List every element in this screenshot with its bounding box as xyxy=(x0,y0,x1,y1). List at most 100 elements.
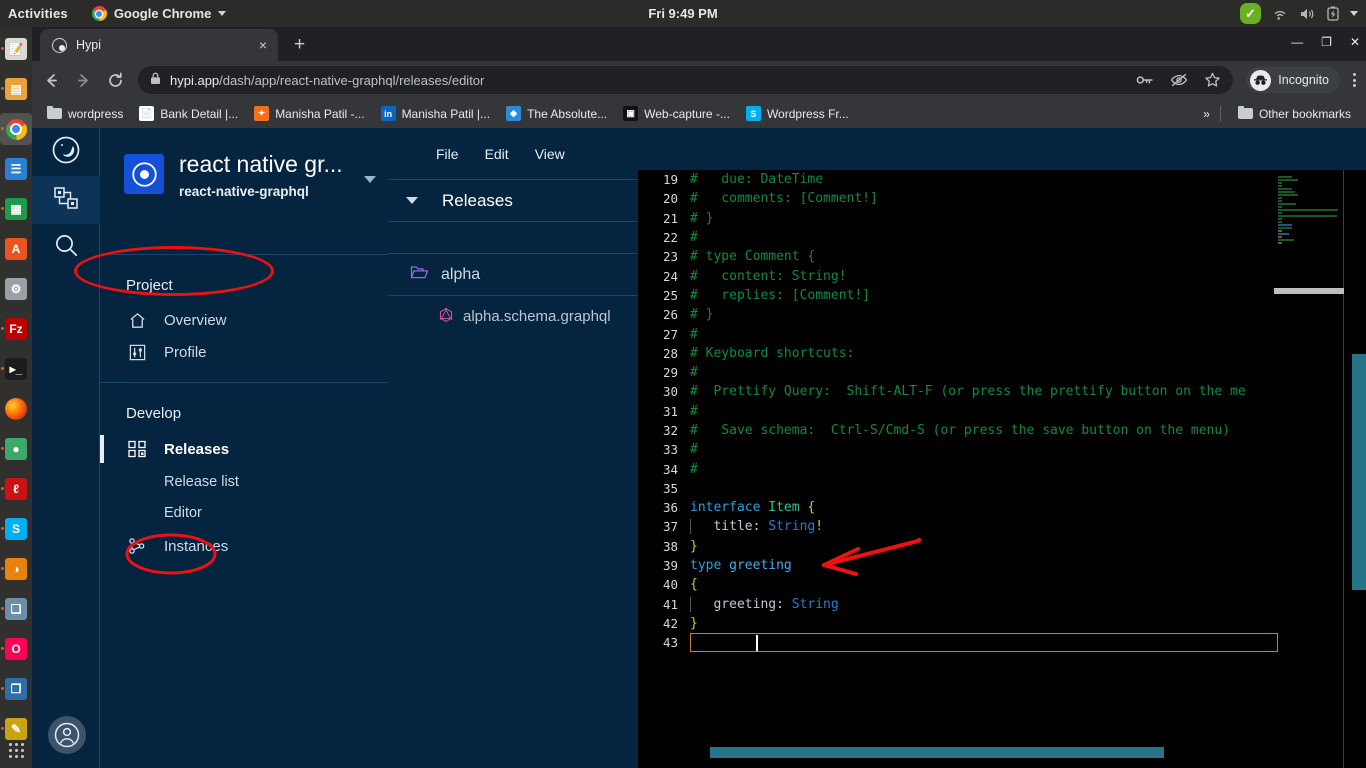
dock-item-files-archive[interactable]: ▤ xyxy=(0,73,32,105)
address-bar[interactable]: hypi.app/dash/app/react-native-graphql/r… xyxy=(138,66,1234,94)
rail-item-hypi-logo[interactable] xyxy=(32,128,100,176)
dock-item-image-viewer[interactable]: ❑ xyxy=(0,593,32,625)
dock-item-text-editor[interactable]: 📝 xyxy=(0,33,32,65)
maximize-button[interactable]: ❐ xyxy=(1321,35,1332,49)
vertical-scrollbar[interactable] xyxy=(1352,354,1366,590)
activities-button[interactable]: Activities xyxy=(0,6,78,21)
bookmark-bank[interactable]: 📄 Bank Detail |... xyxy=(132,103,245,124)
bookmark-linkedin[interactable]: in Manisha Patil |... xyxy=(374,103,498,124)
code-minimap[interactable] xyxy=(1274,170,1344,768)
eye-slash-icon[interactable] xyxy=(1170,73,1188,87)
sidebar-item-overview[interactable]: Overview xyxy=(100,304,388,336)
code-line[interactable]: 20 # comments: [Comment!] xyxy=(638,189,1366,208)
bookmark-webcapture[interactable]: ▣ Web-capture -... xyxy=(616,103,737,124)
profile-incognito-button[interactable]: Incognito xyxy=(1246,67,1340,93)
dock-item-skype[interactable]: S xyxy=(0,513,32,545)
dock-item-gimp[interactable]: ✎ xyxy=(0,713,32,745)
sidebar-item-releases[interactable]: Releases xyxy=(100,432,388,466)
user-avatar[interactable] xyxy=(48,716,86,754)
bookmark-folder[interactable]: wordpress xyxy=(40,104,130,124)
code-line[interactable]: 25 # replies: [Comment!] xyxy=(638,286,1366,305)
dock-item-photos[interactable]: ❐ xyxy=(0,673,32,705)
code-line[interactable]: 35 xyxy=(638,479,1366,498)
bookmark-upwork[interactable]: ✦ Manisha Patil -... xyxy=(247,103,371,124)
dock-item-firefox[interactable] xyxy=(0,393,32,425)
back-icon[interactable] xyxy=(42,71,61,90)
lock-icon[interactable] xyxy=(150,72,161,88)
other-bookmarks-button[interactable]: Other bookmarks xyxy=(1231,104,1358,124)
show-applications-button[interactable] xyxy=(0,743,32,758)
bookmark-stack[interactable]: ◆ The Absolute... xyxy=(499,103,614,124)
shield-check-icon[interactable]: ✓ xyxy=(1240,3,1261,24)
code-line[interactable]: 26 # } xyxy=(638,305,1366,324)
code-line[interactable]: 37 title: String! xyxy=(638,517,1366,536)
volume-icon[interactable] xyxy=(1299,7,1316,21)
minimize-button[interactable]: — xyxy=(1291,35,1303,49)
sidebar-item-instances[interactable]: Instances xyxy=(100,530,388,562)
dock-item-gimp-alt[interactable]: ◑ xyxy=(0,553,32,585)
dock-item-web-browser[interactable]: ● xyxy=(0,433,32,465)
code-line[interactable]: 28 # Keyboard shortcuts: xyxy=(638,344,1366,363)
wifi-icon[interactable] xyxy=(1272,7,1288,21)
system-menu-caret-icon[interactable] xyxy=(1350,11,1358,16)
file-tree-node-alpha[interactable]: alpha xyxy=(388,253,638,295)
password-key-icon[interactable] xyxy=(1136,73,1154,87)
app-menu-google-chrome[interactable]: Google Chrome xyxy=(91,6,227,21)
tab-hypi[interactable]: Hypi × xyxy=(40,29,278,61)
code-line[interactable]: 39 type greeting xyxy=(638,556,1366,575)
dock-item-filezilla[interactable]: Fz xyxy=(0,313,32,345)
new-tab-button[interactable]: + xyxy=(294,34,305,56)
dock-item-libreoffice-writer[interactable]: ☰ xyxy=(0,153,32,185)
chevron-down-icon[interactable] xyxy=(364,176,376,183)
sidebar-subitem-editor[interactable]: Editor xyxy=(100,497,388,528)
code-line[interactable]: 27 # xyxy=(638,324,1366,343)
code-line[interactable]: 22 # xyxy=(638,228,1366,247)
menu-view[interactable]: View xyxy=(535,146,565,162)
dock-item-terminal[interactable]: ▸_ xyxy=(0,353,32,385)
code-line[interactable]: 24 # content: String! xyxy=(638,266,1366,285)
star-bookmark-icon[interactable] xyxy=(1204,72,1221,88)
minimap-slider[interactable] xyxy=(1274,288,1344,294)
dock-item-opera[interactable]: O xyxy=(0,633,32,665)
bookmark-skype-s[interactable]: S Wordpress Fr... xyxy=(739,103,856,124)
dock-item-acrobat-reader[interactable]: ℓ xyxy=(0,473,32,505)
code-line[interactable]: 42} xyxy=(638,614,1366,633)
system-clock[interactable]: Fri 9:49 PM xyxy=(648,6,717,21)
code-line[interactable]: 32 # Save schema: Ctrl-S/Cmd-S (or press … xyxy=(638,421,1366,440)
rail-item-apps[interactable] xyxy=(32,176,100,224)
sidebar-item-profile[interactable]: Profile xyxy=(100,336,388,368)
dock-item-system-settings[interactable]: ⚙ xyxy=(0,273,32,305)
file-tree-node-alpha-schema[interactable]: alpha.schema.graphql xyxy=(388,295,638,337)
code-line[interactable]: 34 # xyxy=(638,459,1366,478)
code-line[interactable]: 33 # xyxy=(638,440,1366,459)
code-area[interactable]: 19 # due: DateTime 20 # comments: [Comment!… xyxy=(638,170,1366,768)
code-line[interactable]: 38} xyxy=(638,537,1366,556)
code-line[interactable]: 30 # Prettify Query: Shift-ALT-F (or pres… xyxy=(638,382,1366,401)
horizontal-scrollbar[interactable] xyxy=(710,747,1164,758)
dock-item-google-chrome[interactable] xyxy=(0,113,32,145)
file-tree-root-releases[interactable]: Releases xyxy=(388,179,638,221)
code-line[interactable]: 31 # xyxy=(638,402,1366,421)
code-line[interactable]: 29 # xyxy=(638,363,1366,382)
bookmarks-overflow-chevron[interactable]: » xyxy=(1203,107,1210,121)
close-window-button[interactable]: ✕ xyxy=(1350,35,1360,49)
triangle-down-icon[interactable] xyxy=(406,197,418,204)
battery-charging-icon[interactable] xyxy=(1327,6,1339,21)
sidebar-subitem-release-list[interactable]: Release list xyxy=(100,466,388,497)
code-line[interactable]: 36 interface Item { xyxy=(638,498,1366,517)
code-line[interactable]: 23 # type Comment { xyxy=(638,247,1366,266)
code-line[interactable]: 40 { xyxy=(638,575,1366,594)
chrome-menu-button[interactable] xyxy=(1353,73,1356,87)
code-line[interactable]: 19 # due: DateTime xyxy=(638,170,1366,189)
forward-icon[interactable] xyxy=(74,71,93,90)
menu-edit[interactable]: Edit xyxy=(485,146,509,162)
code-line[interactable]: 41 greeting: String xyxy=(638,595,1366,614)
project-header[interactable]: react native gr... react-native-graphql xyxy=(100,128,388,255)
dock-item-ubuntu-software[interactable]: A xyxy=(0,233,32,265)
close-icon[interactable]: × xyxy=(256,37,270,53)
code-line[interactable]: 21 # } xyxy=(638,209,1366,228)
reload-icon[interactable] xyxy=(106,71,125,90)
dock-item-libreoffice-calc[interactable]: ▦ xyxy=(0,193,32,225)
menu-file[interactable]: File xyxy=(436,146,459,162)
rail-item-search[interactable] xyxy=(32,224,100,272)
